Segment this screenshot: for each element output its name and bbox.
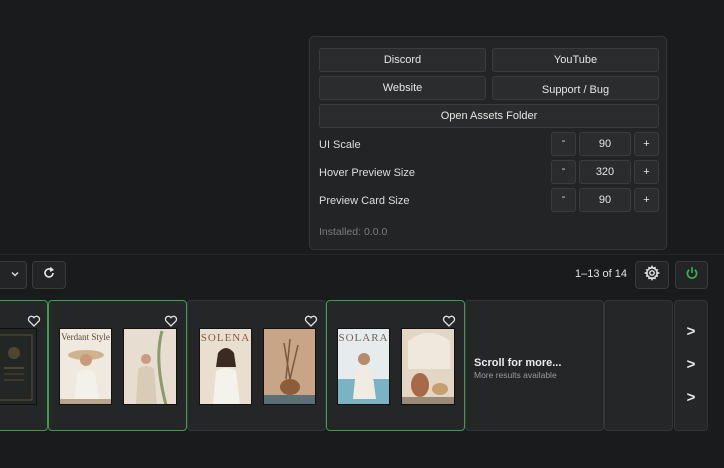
chevron-right-icon[interactable]: > — [675, 389, 707, 406]
preview-card-size-label: Preview Card Size — [319, 195, 410, 207]
hover-preview-value-field[interactable]: 320 — [579, 160, 631, 184]
ui-scale-increment-button[interactable]: + — [634, 132, 659, 156]
dropdown-button[interactable] — [0, 261, 27, 289]
magazine-cover-thumbnail: SOLARA — [337, 328, 390, 405]
next-page-card[interactable]: > > > — [674, 300, 708, 431]
preview-card[interactable]: SOLARA — [326, 300, 465, 431]
power-icon — [685, 266, 699, 285]
gear-icon — [643, 264, 661, 286]
power-button[interactable] — [675, 261, 708, 289]
magazine-page-thumbnail — [401, 328, 455, 405]
hover-preview-size-label: Hover Preview Size — [319, 167, 415, 179]
preview-card[interactable] — [0, 300, 48, 431]
heart-icon[interactable] — [304, 314, 318, 328]
chevron-right-icon[interactable]: > — [675, 356, 707, 373]
empty-card — [604, 300, 673, 431]
book-cover-thumbnail — [0, 328, 37, 405]
preview-card-decrement-button[interactable]: - — [551, 188, 576, 212]
scroll-for-more: Scroll for more... More results availabl… — [474, 357, 561, 380]
preview-card[interactable]: Verdant Style — [48, 300, 187, 431]
chevron-right-icon[interactable]: > — [675, 323, 707, 340]
open-assets-folder-button[interactable]: Open Assets Folder — [319, 104, 659, 128]
website-button[interactable]: Website — [319, 76, 486, 100]
scroll-for-more-card[interactable]: Scroll for more... More results availabl… — [465, 300, 604, 431]
preview-card-increment-button[interactable]: + — [634, 188, 659, 212]
settings-button[interactable] — [635, 261, 669, 289]
preview-card[interactable]: SOLENA — [187, 300, 326, 431]
toolbar-divider — [0, 254, 724, 255]
hover-preview-decrement-button[interactable]: - — [551, 160, 576, 184]
scroll-for-more-subtitle: More results available — [474, 370, 557, 380]
refresh-icon — [42, 266, 56, 285]
magazine-cover-thumbnail: Verdant Style — [59, 328, 112, 405]
installed-version: Installed: 0.0.0 — [319, 226, 388, 238]
ui-scale-decrement-button[interactable]: - — [551, 132, 576, 156]
scroll-for-more-title: Scroll for more... — [474, 357, 562, 369]
pagination-count: 1–13 of 14 — [575, 268, 627, 280]
discord-button[interactable]: Discord — [319, 48, 486, 72]
heart-icon[interactable] — [442, 314, 456, 328]
settings-panel: Discord YouTube Website Support / Bug Op… — [309, 36, 667, 250]
ui-scale-label: UI Scale — [319, 139, 361, 151]
preview-card-value-field[interactable]: 90 — [579, 188, 631, 212]
support-bug-button[interactable]: Support / Bug — [492, 76, 659, 100]
youtube-button[interactable]: YouTube — [492, 48, 659, 72]
refresh-button[interactable] — [32, 261, 66, 289]
magazine-page-thumbnail — [123, 328, 177, 405]
heart-icon[interactable] — [27, 314, 41, 328]
ui-scale-value-field[interactable]: 90 — [579, 132, 631, 156]
magazine-cover-thumbnail: SOLENA — [199, 328, 252, 405]
hover-preview-increment-button[interactable]: + — [634, 160, 659, 184]
heart-icon[interactable] — [164, 314, 178, 328]
chevron-down-icon — [10, 266, 20, 284]
magazine-page-thumbnail — [263, 328, 316, 405]
